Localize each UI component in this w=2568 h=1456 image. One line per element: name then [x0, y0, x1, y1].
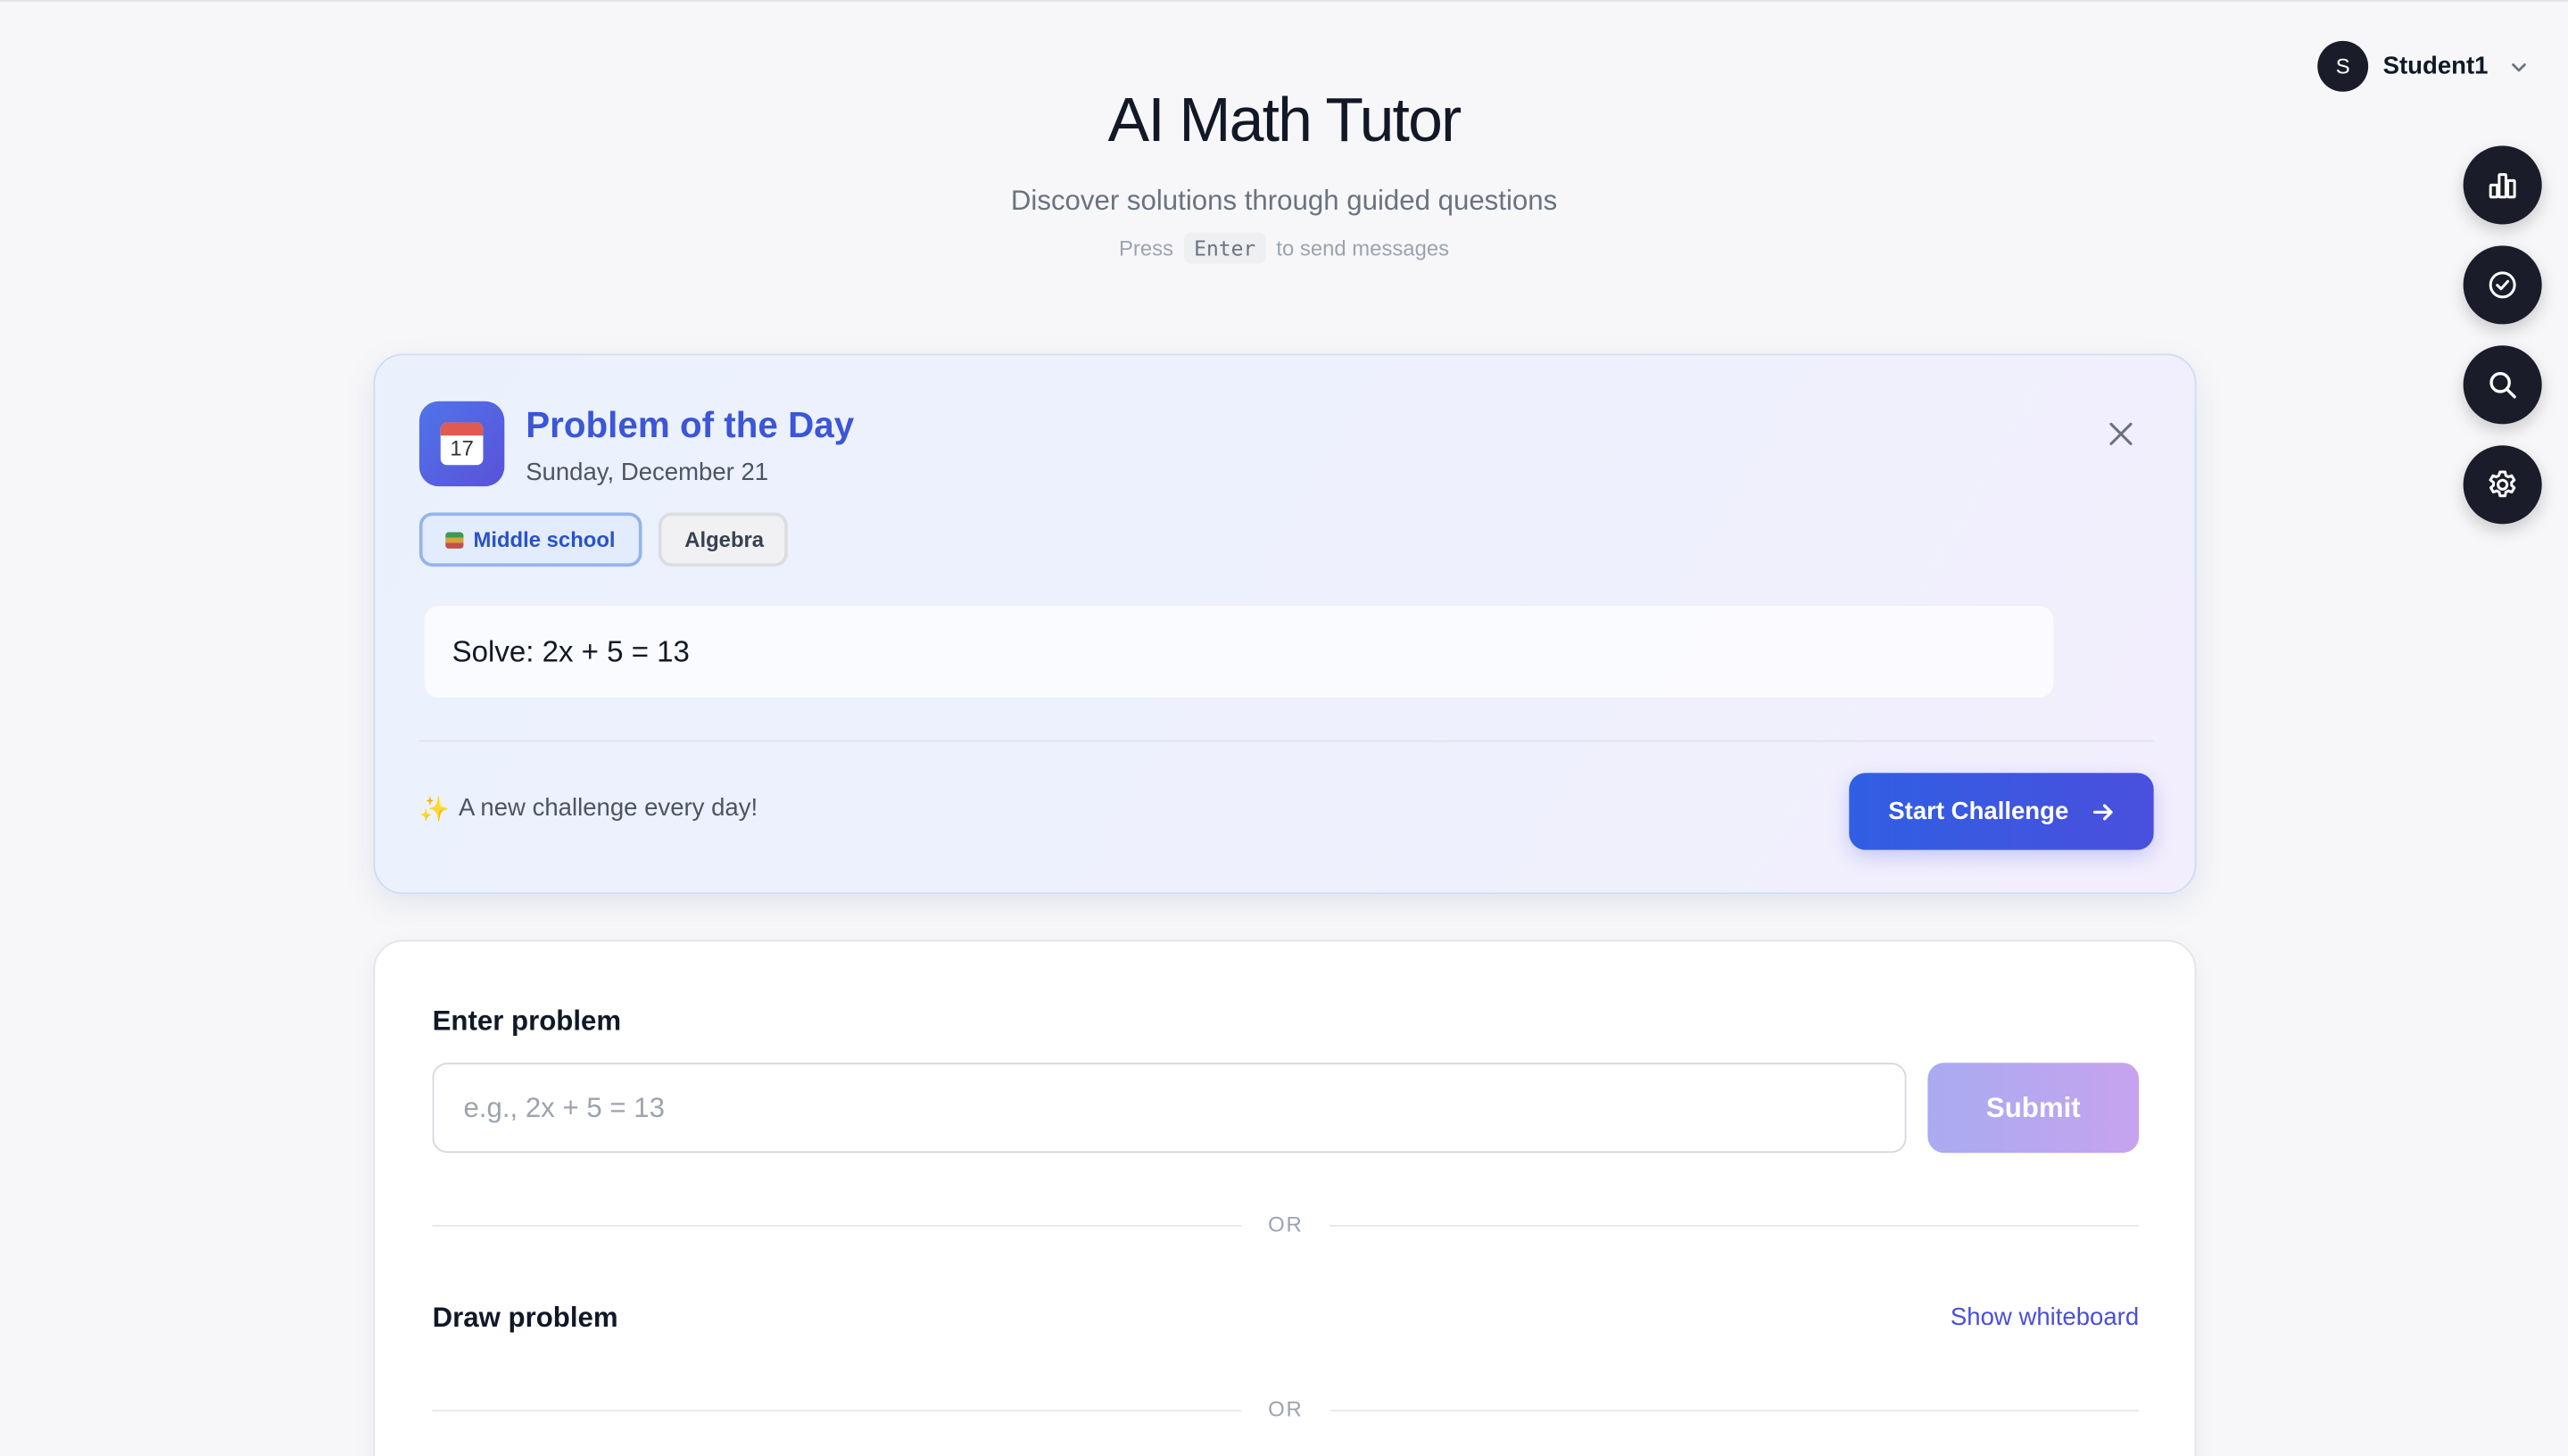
potd-title: Problem of the Day: [526, 404, 855, 446]
or-divider: OR: [432, 1396, 2140, 1423]
hint-prefix: Press: [1118, 236, 1173, 261]
start-challenge-label: Start Challenge: [1888, 797, 2069, 826]
app-page: S Student1 AI Math Tutor Discover soluti…: [0, 0, 2568, 1456]
topic-tag[interactable]: Algebra: [658, 512, 788, 567]
start-challenge-button[interactable]: Start Challenge: [1849, 773, 2154, 850]
search-icon: [2489, 372, 2516, 399]
or-label: OR: [1268, 1396, 1304, 1422]
page-title: AI Math Tutor: [1107, 87, 1462, 156]
settings-button[interactable]: [2463, 445, 2542, 525]
level-tag-label: Middle school: [473, 527, 616, 552]
keyboard-hint: Press Enter to send messages: [0, 232, 2568, 264]
submit-button[interactable]: Submit: [1927, 1063, 2140, 1154]
arrow-right-icon: [2092, 803, 2113, 820]
hint-suffix: to send messages: [1276, 236, 1450, 261]
problem-of-the-day-card: 17 Problem of the Day Sunday, December 2…: [373, 353, 2197, 895]
sparkle-icon: ✨: [418, 796, 451, 824]
user-name: Student1: [2382, 52, 2489, 80]
level-tag[interactable]: Middle school: [418, 512, 642, 567]
books-icon: [445, 531, 464, 548]
or-divider: OR: [432, 1212, 2140, 1237]
potd-problem: Solve: 2x + 5 = 13: [422, 604, 2056, 699]
user-menu[interactable]: S Student1: [2317, 40, 2529, 92]
enter-problem-label: Enter problem: [432, 1005, 622, 1037]
divider: [418, 740, 2154, 742]
show-whiteboard-link[interactable]: Show whiteboard: [1939, 1303, 2139, 1331]
calendar-day: 17: [450, 435, 474, 460]
close-icon: [2109, 422, 2133, 445]
chevron-down-icon: [2512, 62, 2527, 71]
draw-problem-label: Draw problem: [432, 1302, 618, 1334]
avatar: S: [2317, 40, 2369, 92]
potd-date: Sunday, December 21: [526, 458, 769, 487]
problem-entry-card: Enter problem Submit OR Draw problem Sho…: [373, 939, 2197, 1456]
potd-tagline: A new challenge every day!: [458, 794, 758, 823]
check-circle-icon: [2489, 271, 2516, 299]
search-button[interactable]: [2463, 345, 2542, 425]
topic-tag-label: Algebra: [684, 527, 765, 552]
problem-input[interactable]: [432, 1063, 1907, 1154]
calendar-icon: 17: [418, 401, 505, 487]
or-label: OR: [1268, 1212, 1304, 1237]
enter-key: Enter: [1184, 232, 1266, 264]
gear-icon: [2489, 470, 2516, 498]
close-button[interactable]: [2105, 418, 2138, 451]
page-subtitle: Discover solutions through guided questi…: [1010, 185, 1558, 217]
